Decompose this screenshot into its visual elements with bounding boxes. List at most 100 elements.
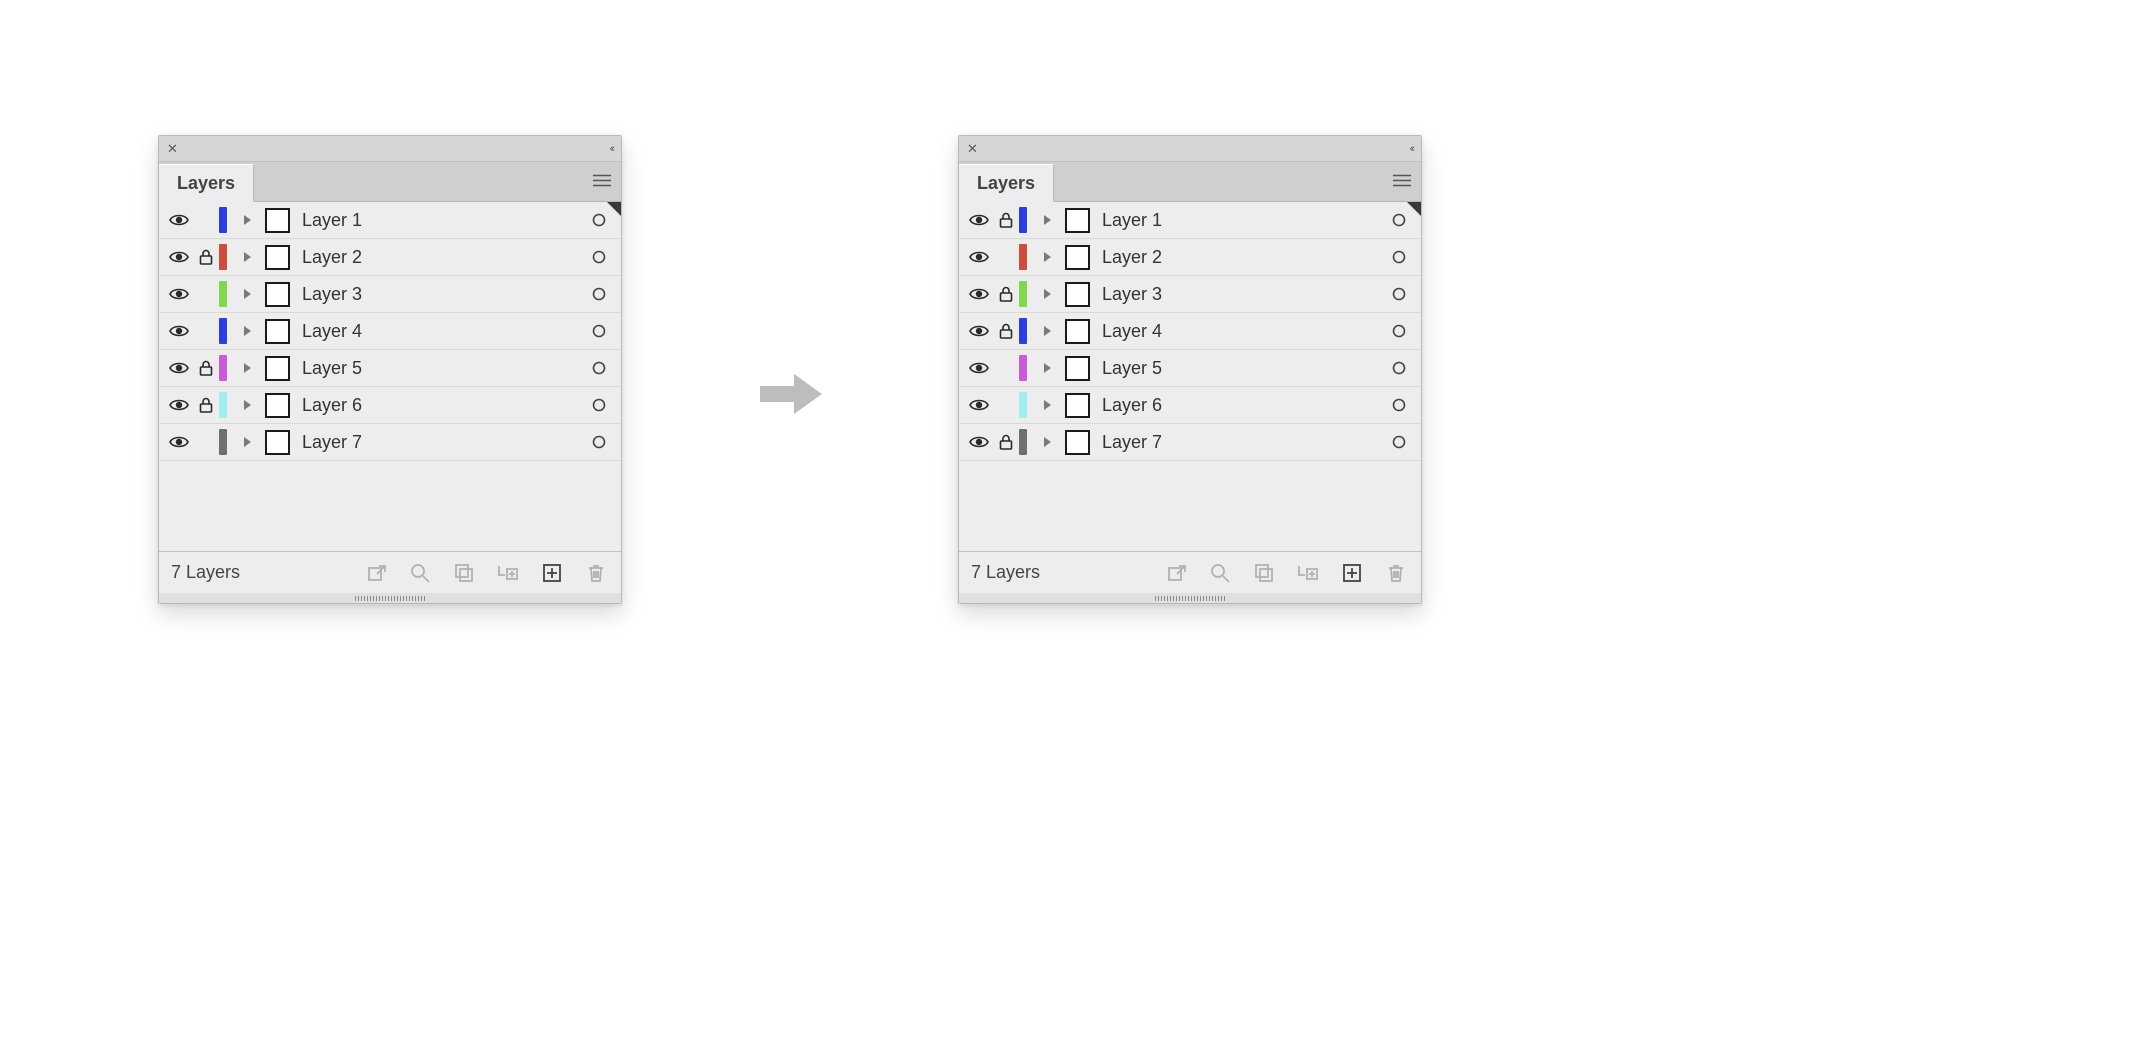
disclosure-toggle[interactable] bbox=[1029, 288, 1065, 300]
layer-name[interactable]: Layer 2 bbox=[302, 247, 583, 268]
disclosure-toggle[interactable] bbox=[229, 325, 265, 337]
disclosure-toggle[interactable] bbox=[229, 251, 265, 263]
layer-name[interactable]: Layer 3 bbox=[302, 284, 583, 305]
lock-toggle[interactable] bbox=[993, 323, 1019, 339]
layer-row[interactable]: Layer 2 bbox=[159, 239, 621, 276]
close-icon[interactable]: ✕ bbox=[167, 142, 178, 155]
disclosure-toggle[interactable] bbox=[229, 436, 265, 448]
layer-name[interactable]: Layer 7 bbox=[302, 432, 583, 453]
layer-name[interactable]: Layer 6 bbox=[302, 395, 583, 416]
trash-icon[interactable] bbox=[583, 560, 609, 586]
layer-name[interactable]: Layer 4 bbox=[302, 321, 583, 342]
layer-row[interactable]: Layer 6 bbox=[959, 387, 1421, 424]
target-toggle[interactable] bbox=[1383, 324, 1415, 338]
visibility-toggle[interactable] bbox=[165, 213, 193, 227]
layer-color-strip bbox=[1019, 429, 1027, 455]
layer-row[interactable]: Layer 7 bbox=[959, 424, 1421, 461]
target-toggle[interactable] bbox=[583, 250, 615, 264]
layer-name[interactable]: Layer 1 bbox=[1102, 210, 1383, 231]
lock-toggle[interactable] bbox=[193, 397, 219, 413]
visibility-toggle[interactable] bbox=[965, 398, 993, 412]
target-toggle[interactable] bbox=[1383, 398, 1415, 412]
layer-name[interactable]: Layer 5 bbox=[302, 358, 583, 379]
layer-name[interactable]: Layer 3 bbox=[1102, 284, 1383, 305]
visibility-toggle[interactable] bbox=[965, 287, 993, 301]
layer-row[interactable]: Layer 3 bbox=[159, 276, 621, 313]
clipping-mask-icon[interactable] bbox=[451, 560, 477, 586]
visibility-toggle[interactable] bbox=[165, 398, 193, 412]
new-sublayer-icon[interactable] bbox=[1295, 560, 1321, 586]
layer-row[interactable]: Layer 3 bbox=[959, 276, 1421, 313]
collapse-icon[interactable]: ‹‹ bbox=[610, 143, 613, 155]
layer-name[interactable]: Layer 2 bbox=[1102, 247, 1383, 268]
target-toggle[interactable] bbox=[583, 435, 615, 449]
visibility-toggle[interactable] bbox=[165, 435, 193, 449]
lock-toggle[interactable] bbox=[993, 212, 1019, 228]
disclosure-toggle[interactable] bbox=[1029, 436, 1065, 448]
visibility-toggle[interactable] bbox=[965, 435, 993, 449]
layer-name[interactable]: Layer 1 bbox=[302, 210, 583, 231]
tab-layers[interactable]: Layers bbox=[159, 164, 254, 202]
layer-name[interactable]: Layer 7 bbox=[1102, 432, 1383, 453]
target-toggle[interactable] bbox=[1383, 250, 1415, 264]
disclosure-toggle[interactable] bbox=[229, 399, 265, 411]
layer-row[interactable]: Layer 4 bbox=[159, 313, 621, 350]
target-toggle[interactable] bbox=[1383, 435, 1415, 449]
disclosure-toggle[interactable] bbox=[1029, 214, 1065, 226]
visibility-toggle[interactable] bbox=[165, 324, 193, 338]
layer-color-strip bbox=[219, 318, 227, 344]
target-toggle[interactable] bbox=[583, 398, 615, 412]
trash-icon[interactable] bbox=[1383, 560, 1409, 586]
lock-toggle[interactable] bbox=[193, 360, 219, 376]
collapse-icon[interactable]: ‹‹ bbox=[1410, 143, 1413, 155]
search-icon[interactable] bbox=[1207, 560, 1233, 586]
panel-menu-icon[interactable] bbox=[593, 171, 611, 192]
disclosure-toggle[interactable] bbox=[1029, 362, 1065, 374]
search-icon[interactable] bbox=[407, 560, 433, 586]
visibility-toggle[interactable] bbox=[965, 213, 993, 227]
layer-row[interactable]: Layer 5 bbox=[159, 350, 621, 387]
layer-row[interactable]: Layer 1 bbox=[959, 202, 1421, 239]
target-toggle[interactable] bbox=[583, 324, 615, 338]
layer-name[interactable]: Layer 6 bbox=[1102, 395, 1383, 416]
tab-layers[interactable]: Layers bbox=[959, 164, 1054, 202]
layer-name[interactable]: Layer 5 bbox=[1102, 358, 1383, 379]
disclosure-toggle[interactable] bbox=[1029, 251, 1065, 263]
target-toggle[interactable] bbox=[1383, 361, 1415, 375]
layer-row[interactable]: Layer 2 bbox=[959, 239, 1421, 276]
new-sublayer-icon[interactable] bbox=[495, 560, 521, 586]
layer-row[interactable]: Layer 6 bbox=[159, 387, 621, 424]
disclosure-toggle[interactable] bbox=[229, 288, 265, 300]
layer-row[interactable]: Layer 4 bbox=[959, 313, 1421, 350]
close-icon[interactable]: ✕ bbox=[967, 142, 978, 155]
visibility-toggle[interactable] bbox=[965, 361, 993, 375]
layer-row[interactable]: Layer 1 bbox=[159, 202, 621, 239]
panel-menu-icon[interactable] bbox=[1393, 171, 1411, 192]
visibility-toggle[interactable] bbox=[965, 324, 993, 338]
disclosure-toggle[interactable] bbox=[229, 214, 265, 226]
export-icon[interactable] bbox=[1163, 560, 1189, 586]
visibility-toggle[interactable] bbox=[165, 250, 193, 264]
visibility-toggle[interactable] bbox=[165, 361, 193, 375]
disclosure-toggle[interactable] bbox=[1029, 399, 1065, 411]
new-layer-icon[interactable] bbox=[1339, 560, 1365, 586]
target-toggle[interactable] bbox=[1383, 287, 1415, 301]
layer-row[interactable]: Layer 7 bbox=[159, 424, 621, 461]
disclosure-toggle[interactable] bbox=[1029, 325, 1065, 337]
visibility-toggle[interactable] bbox=[965, 250, 993, 264]
disclosure-toggle[interactable] bbox=[229, 362, 265, 374]
lock-toggle[interactable] bbox=[993, 286, 1019, 302]
target-toggle[interactable] bbox=[583, 287, 615, 301]
target-toggle[interactable] bbox=[583, 361, 615, 375]
visibility-toggle[interactable] bbox=[165, 287, 193, 301]
layer-row[interactable]: Layer 5 bbox=[959, 350, 1421, 387]
lock-toggle[interactable] bbox=[193, 249, 219, 265]
clipping-mask-icon[interactable] bbox=[1251, 560, 1277, 586]
layer-count-label: 7 Layers bbox=[171, 562, 240, 583]
resize-grip[interactable] bbox=[959, 593, 1421, 603]
new-layer-icon[interactable] bbox=[539, 560, 565, 586]
resize-grip[interactable] bbox=[159, 593, 621, 603]
lock-toggle[interactable] bbox=[993, 434, 1019, 450]
export-icon[interactable] bbox=[363, 560, 389, 586]
layer-name[interactable]: Layer 4 bbox=[1102, 321, 1383, 342]
